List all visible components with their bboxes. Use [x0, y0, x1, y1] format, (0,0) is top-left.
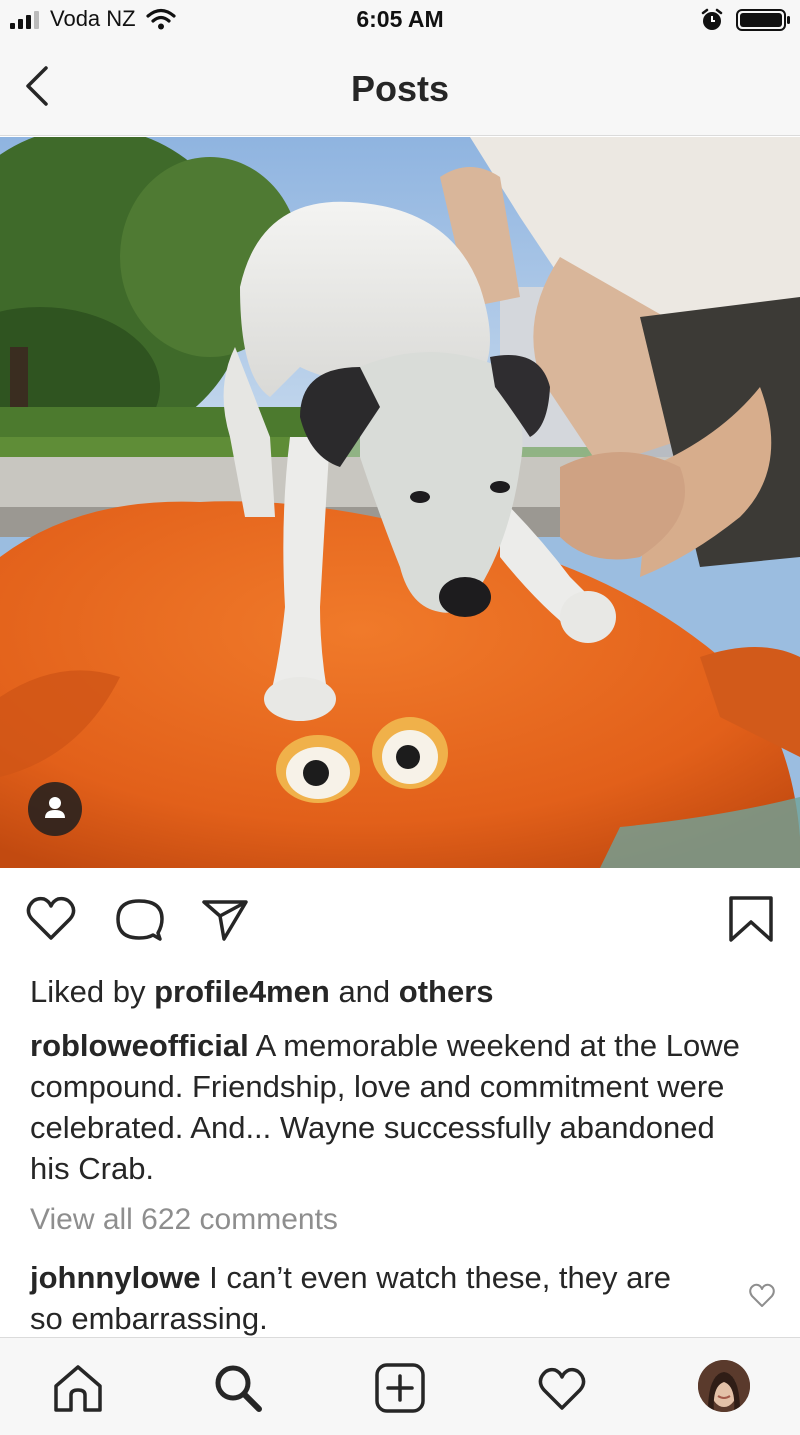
- wifi-icon: [146, 8, 176, 30]
- likes-line: Liked by profile4men and others: [30, 974, 494, 1010]
- chevron-left-icon[interactable]: [18, 64, 58, 108]
- liker-username[interactable]: profile4men: [154, 974, 330, 1009]
- battery-icon: [736, 9, 790, 31]
- post-caption: robloweofficial A memorable weekend at t…: [30, 1025, 760, 1189]
- comment-icon[interactable]: [112, 892, 166, 946]
- status-right: [700, 8, 792, 32]
- caption-username[interactable]: robloweofficial: [30, 1028, 249, 1063]
- carrier-name: Voda NZ: [50, 6, 136, 31]
- post-actions: [0, 868, 800, 968]
- status-left: Voda NZ: [10, 6, 176, 32]
- bookmark-icon[interactable]: [724, 892, 778, 946]
- nav-bar: Posts: [0, 40, 800, 136]
- new-post-icon[interactable]: [374, 1362, 426, 1414]
- home-icon[interactable]: [52, 1362, 104, 1414]
- tab-bar: [0, 1337, 800, 1435]
- alarm-icon: [701, 8, 723, 30]
- search-icon[interactable]: [212, 1362, 264, 1414]
- likes-prefix: Liked by: [30, 974, 146, 1009]
- status-bar: Voda NZ 6:05 AM: [0, 0, 800, 40]
- post-image-illustration: [0, 137, 800, 868]
- comment-heart-icon[interactable]: [748, 1282, 776, 1310]
- post-image[interactable]: [0, 137, 800, 868]
- view-all-comments-link[interactable]: View all 622 comments: [30, 1203, 338, 1237]
- profile-avatar[interactable]: [698, 1360, 750, 1412]
- likes-middle: and: [338, 974, 391, 1009]
- likes-others[interactable]: others: [399, 974, 494, 1009]
- signal-icon: [10, 9, 42, 29]
- activity-icon[interactable]: [536, 1362, 588, 1414]
- comment-username[interactable]: johnnylowe: [30, 1260, 201, 1295]
- user-tag-icon[interactable]: [28, 782, 82, 836]
- heart-icon[interactable]: [24, 892, 78, 946]
- top-comment: johnnylowe I can’t even watch these, the…: [30, 1257, 710, 1339]
- share-icon[interactable]: [198, 892, 252, 946]
- page-title: Posts: [350, 68, 450, 109]
